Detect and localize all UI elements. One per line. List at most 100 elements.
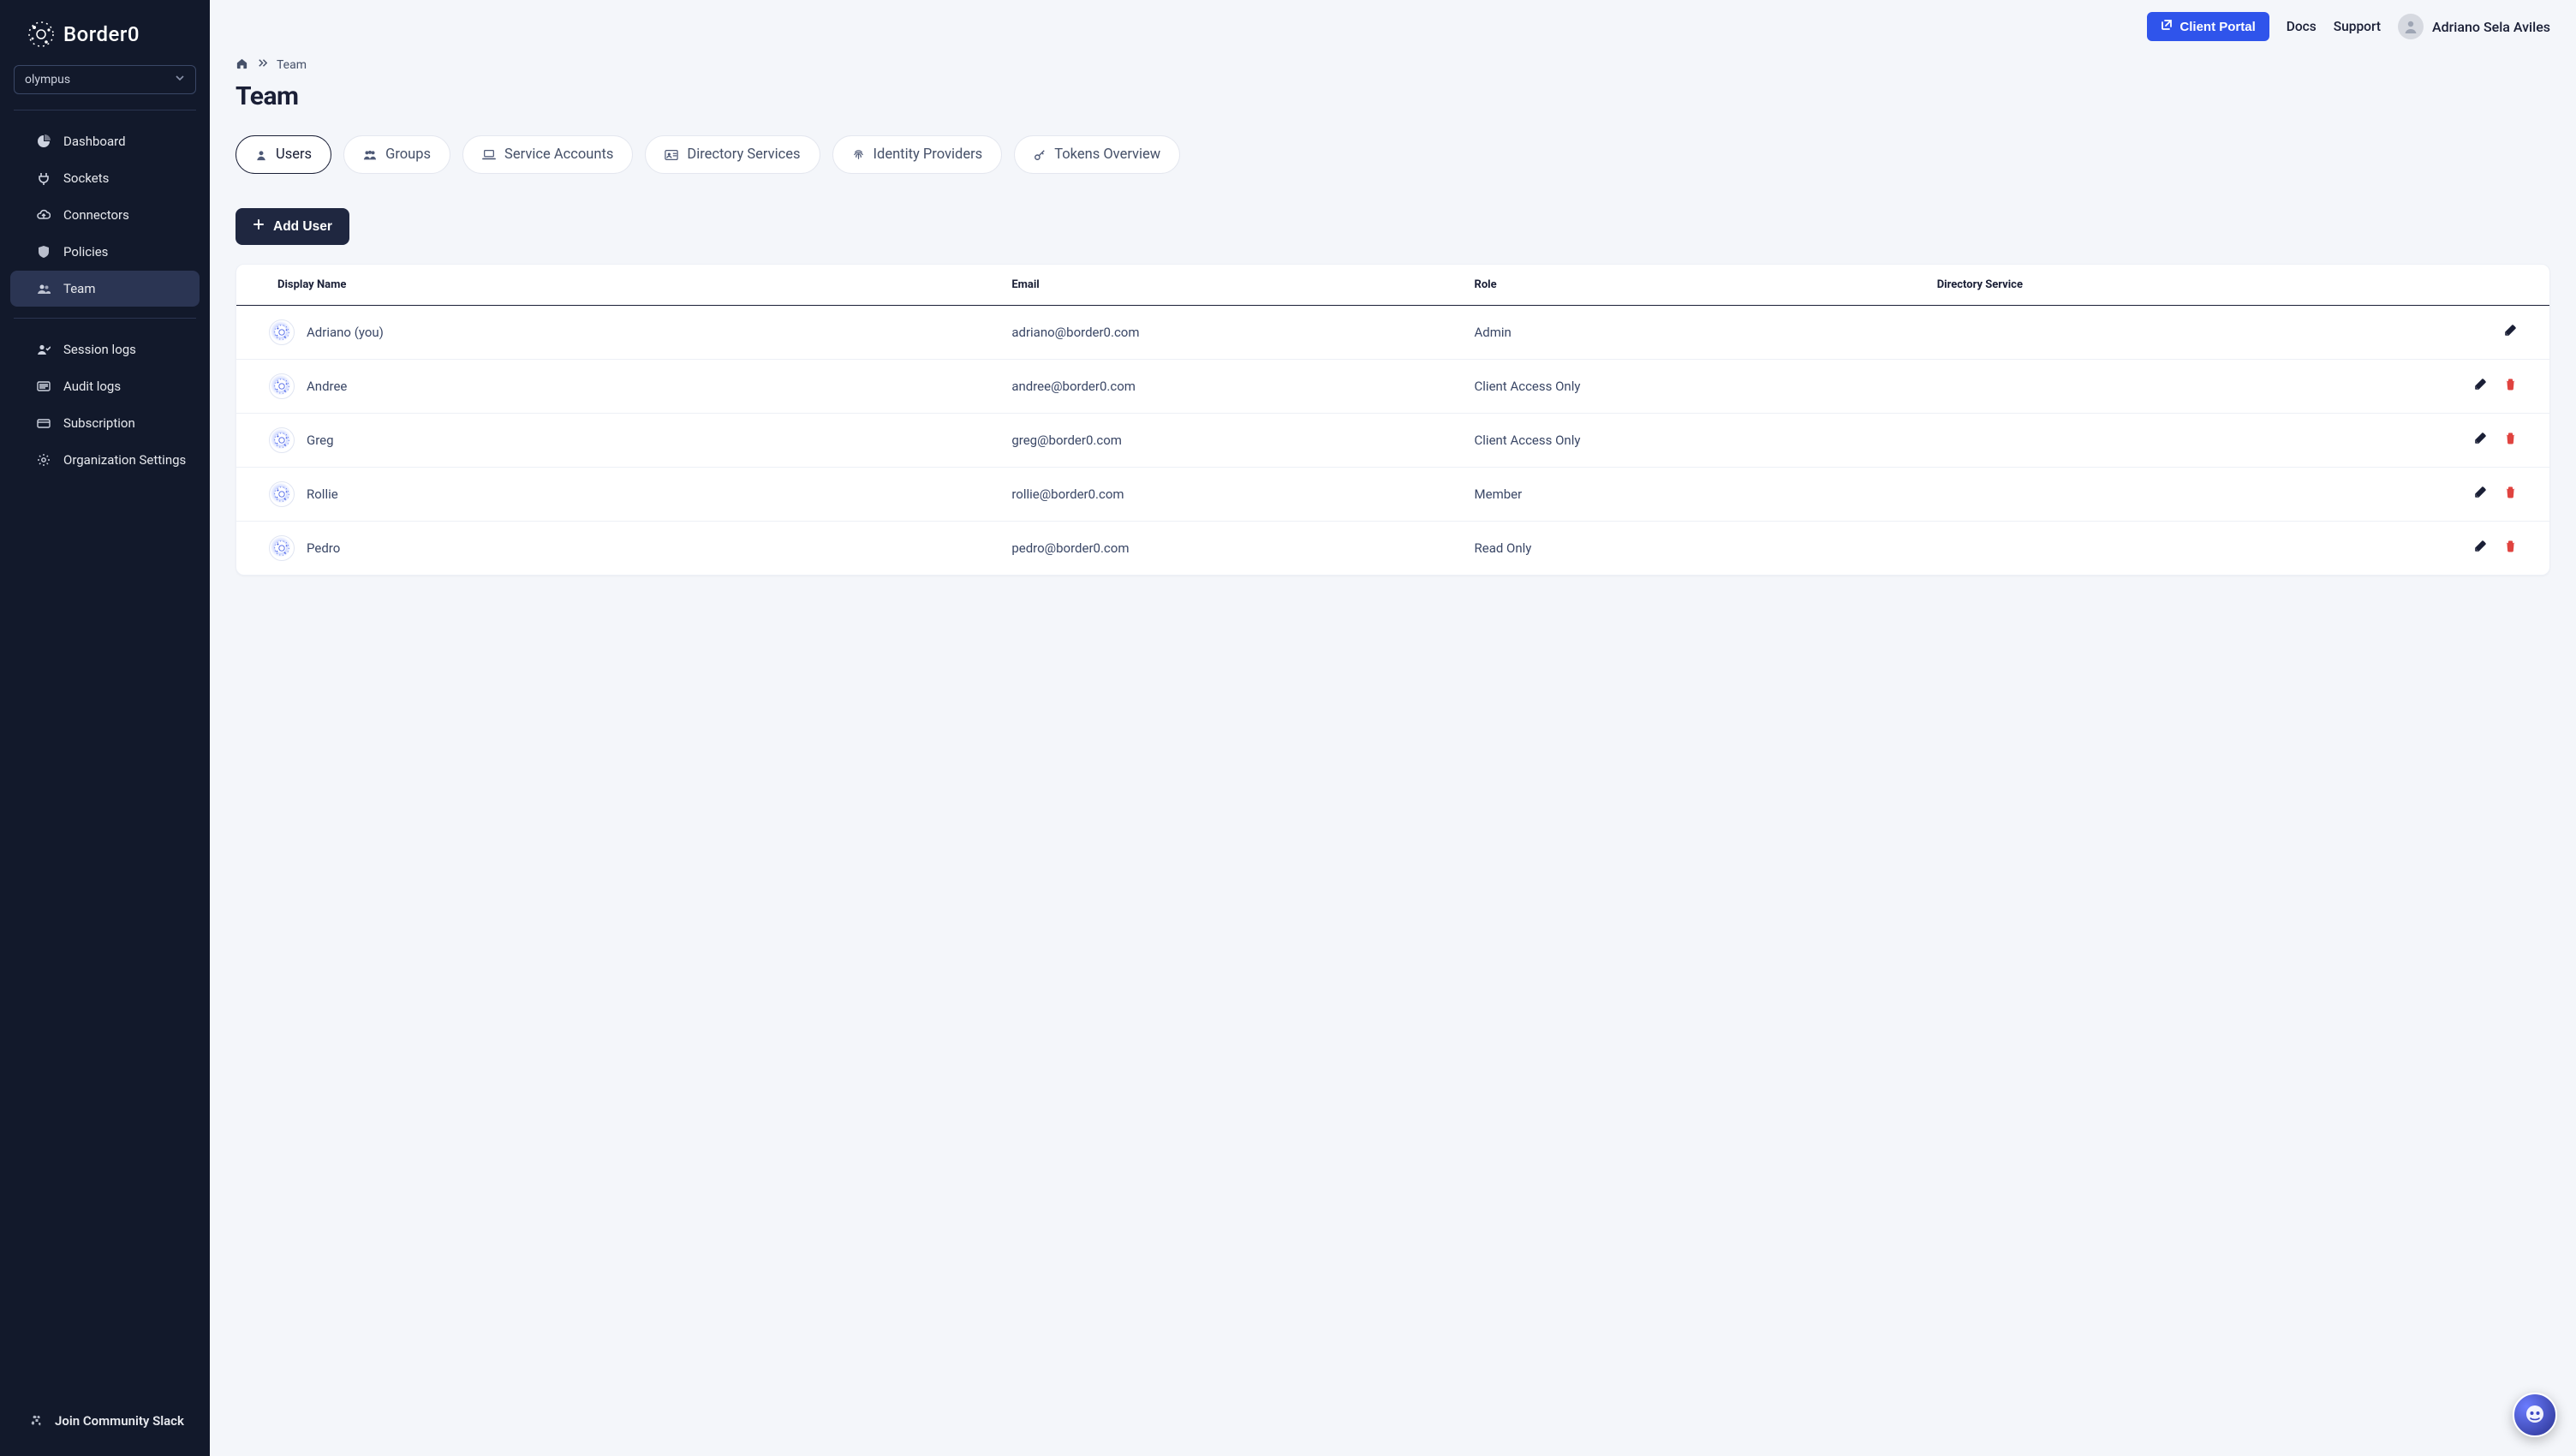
group-icon <box>363 149 377 161</box>
join-slack-label: Join Community Slack <box>55 1413 184 1429</box>
fingerprint-icon <box>852 148 865 161</box>
brand-logo-icon <box>26 19 57 50</box>
tab-identity-providers[interactable]: Identity Providers <box>832 135 1003 174</box>
delete-user-button[interactable] <box>2499 374 2522 399</box>
org-selector[interactable]: olympus <box>14 65 196 94</box>
user-role: Client Access Only <box>1463 360 1925 414</box>
sidebar-item-audit-logs[interactable]: Audit logs <box>10 368 200 404</box>
edit-user-button[interactable] <box>2468 428 2492 453</box>
user-avatar-icon <box>269 427 295 453</box>
chat-bot-icon <box>2523 1402 2547 1429</box>
col-display-name[interactable]: Display Name <box>236 265 999 306</box>
pie-chart-icon <box>36 134 51 148</box>
users-icon <box>36 282 51 295</box>
user-email: pedro@border0.com <box>999 522 1462 576</box>
delete-user-button[interactable] <box>2499 428 2522 453</box>
col-role[interactable]: Role <box>1463 265 1925 306</box>
user-avatar-icon <box>269 319 295 345</box>
user-menu[interactable]: Adriano Sela Aviles <box>2398 14 2550 39</box>
main: Client Portal Docs Support Adriano Sela … <box>210 0 2576 1456</box>
tab-directory-services[interactable]: Directory Services <box>645 135 820 174</box>
sidebar-item-label: Subscription <box>63 415 135 431</box>
chevrons-right-icon <box>257 57 268 72</box>
sidebar-item-sockets[interactable]: Sockets <box>10 160 200 196</box>
edit-icon <box>2473 380 2487 395</box>
key-icon <box>1034 149 1046 161</box>
tab-service-accounts[interactable]: Service Accounts <box>462 135 633 174</box>
user-avatar-icon <box>269 373 295 399</box>
col-email[interactable]: Email <box>999 265 1462 306</box>
sidebar-item-connectors[interactable]: Connectors <box>10 197 200 233</box>
delete-user-button[interactable] <box>2499 536 2522 561</box>
tab-tokens-overview[interactable]: Tokens Overview <box>1014 135 1180 174</box>
avatar <box>2398 14 2424 39</box>
chat-widget-button[interactable] <box>2513 1393 2557 1437</box>
trash-icon <box>2504 488 2517 503</box>
tab-label: Groups <box>385 146 431 163</box>
col-directory[interactable]: Directory Service <box>1925 265 2272 306</box>
brand-logo[interactable]: Border0 <box>0 15 210 65</box>
docs-link[interactable]: Docs <box>2287 19 2317 34</box>
topbar: Client Portal Docs Support Adriano Sela … <box>210 0 2576 41</box>
tab-groups[interactable]: Groups <box>343 135 450 174</box>
edit-user-button[interactable] <box>2498 320 2522 345</box>
edit-icon <box>2473 434 2487 449</box>
table-row[interactable]: Greggreg@border0.comClient Access Only <box>236 414 2549 468</box>
trash-icon <box>2504 380 2517 395</box>
breadcrumb-current: Team <box>277 58 307 72</box>
user-avatar-icon <box>269 535 295 561</box>
edit-icon <box>2473 488 2487 503</box>
table-row[interactable]: Andreeandree@border0.comClient Access On… <box>236 360 2549 414</box>
delete-user-button[interactable] <box>2499 482 2522 507</box>
table-row[interactable]: Adriano (you)adriano@border0.comAdmin <box>236 306 2549 360</box>
chevron-down-icon <box>175 73 185 87</box>
table-row[interactable]: Pedropedro@border0.comRead Only <box>236 522 2549 576</box>
tab-users[interactable]: Users <box>236 135 331 174</box>
tab-label: Identity Providers <box>874 146 983 163</box>
user-email: andree@border0.com <box>999 360 1462 414</box>
laptop-icon <box>482 149 496 161</box>
user-role: Read Only <box>1463 522 1925 576</box>
user-directory-service <box>1925 468 2272 522</box>
user-role: Client Access Only <box>1463 414 1925 468</box>
user-avatar-icon <box>269 481 295 507</box>
user-role: Member <box>1463 468 1925 522</box>
add-user-button[interactable]: Add User <box>236 208 349 245</box>
trash-icon <box>2504 434 2517 449</box>
gear-icon <box>36 453 51 467</box>
breadcrumb: Team <box>236 57 2550 73</box>
edit-user-button[interactable] <box>2468 536 2492 561</box>
slack-icon <box>29 1414 45 1428</box>
sidebar-item-policies[interactable]: Policies <box>10 234 200 270</box>
tab-label: Tokens Overview <box>1054 146 1160 163</box>
users-table-card: Display Name Email Role Directory Servic… <box>236 264 2550 576</box>
client-portal-button[interactable]: Client Portal <box>2147 12 2269 41</box>
user-directory-service <box>1925 414 2272 468</box>
user-display-name: Greg <box>307 433 334 448</box>
user-directory-service <box>1925 306 2272 360</box>
add-user-label: Add User <box>273 219 332 235</box>
nav-secondary: Session logs Audit logs Subscription Organi… <box>0 331 210 479</box>
edit-user-button[interactable] <box>2468 482 2492 507</box>
id-card-icon <box>665 149 678 161</box>
table-row[interactable]: Rollierollie@border0.comMember <box>236 468 2549 522</box>
tabs: Users Groups Service Accounts Directory Ser… <box>236 135 2550 174</box>
edit-user-button[interactable] <box>2468 374 2492 399</box>
plug-icon <box>36 171 51 185</box>
breadcrumb-home[interactable] <box>236 57 248 73</box>
sidebar-item-team[interactable]: Team <box>10 271 200 307</box>
list-icon <box>36 379 51 393</box>
tab-label: Service Accounts <box>504 146 613 163</box>
sidebar-item-session-logs[interactable]: Session logs <box>10 331 200 367</box>
sidebar-item-label: Audit logs <box>63 379 121 394</box>
card-icon <box>36 416 51 430</box>
org-selector-value: olympus <box>25 73 70 87</box>
nav-divider <box>14 318 196 319</box>
edit-icon <box>2473 542 2487 557</box>
sidebar-item-dashboard[interactable]: Dashboard <box>10 123 200 159</box>
join-slack-link[interactable]: Join Community Slack <box>0 1401 210 1441</box>
sidebar-item-subscription[interactable]: Subscription <box>10 405 200 441</box>
support-link[interactable]: Support <box>2334 19 2381 34</box>
user-name: Adriano Sela Aviles <box>2432 19 2550 35</box>
sidebar-item-organization-settings[interactable]: Organization Settings <box>10 442 200 478</box>
